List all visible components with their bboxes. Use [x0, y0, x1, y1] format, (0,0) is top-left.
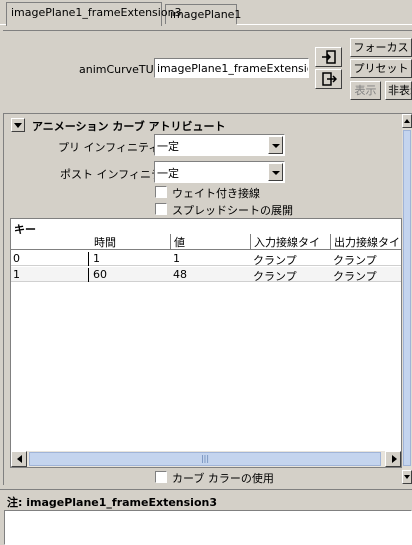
node-type-label: animCurveTU:	[79, 63, 158, 76]
section-collapse-toggle[interactable]	[11, 118, 25, 132]
pre-infinity-value: 一定	[157, 140, 179, 153]
column-header-time[interactable]: 時間	[91, 234, 171, 250]
pre-infinity-label: プリ インフィニティ	[58, 141, 160, 154]
chevron-down-icon	[271, 144, 280, 148]
scroll-right-icon	[392, 455, 397, 463]
cell-time[interactable]: 60	[91, 268, 107, 281]
table-row[interactable]: 0 1 1 クランプ クランプ	[11, 251, 401, 268]
spreadsheet-label: スプレッドシートの展開	[172, 204, 293, 217]
cell-in-tangent[interactable]: クランプ	[251, 252, 297, 268]
scroll-left-button[interactable]	[11, 451, 27, 467]
notes-label: 注: imagePlane1_frameExtension3	[7, 496, 217, 509]
weighted-tangents-label: ウェイト付き接線	[172, 187, 260, 200]
node-name-field[interactable]: imagePlane1_frameExtension3	[154, 58, 309, 78]
curve-color-checkbox[interactable]	[155, 471, 167, 483]
section-title: アニメーション カーブ アトリビュート	[32, 120, 226, 133]
pre-infinity-dropdown[interactable]: 一定	[154, 134, 285, 156]
cell-out-tangent[interactable]: クランプ	[331, 252, 377, 268]
cell-value[interactable]: 1	[171, 252, 180, 265]
curve-color-label: カーブ カラーの使用	[172, 472, 274, 485]
scroll-right-button[interactable]	[385, 451, 401, 467]
vertical-scrollbar[interactable]	[402, 114, 412, 484]
output-connections-button[interactable]	[315, 69, 342, 89]
post-infinity-value: 一定	[157, 167, 179, 180]
scroll-left-icon	[17, 455, 22, 463]
dropdown-arrow-button[interactable]	[268, 163, 283, 181]
presets-button[interactable]: プリセット	[350, 59, 412, 78]
scroll-up-icon	[404, 119, 410, 123]
scroll-down-icon	[404, 475, 410, 479]
notes-divider	[0, 489, 412, 490]
input-arrow-icon	[321, 50, 336, 64]
cell-value[interactable]: 48	[171, 268, 187, 281]
show-button[interactable]: 表示	[350, 81, 381, 100]
column-header-out-tangent[interactable]: 出力接線タイ	[331, 234, 401, 250]
input-connections-button[interactable]	[315, 47, 342, 67]
cell-in-tangent[interactable]: クランプ	[251, 268, 297, 284]
column-header-value[interactable]: 値	[171, 234, 251, 250]
table-row[interactable]: 1 60 48 クランプ クランプ	[11, 267, 401, 284]
grip-icon: |||	[200, 454, 210, 463]
notes-textarea[interactable]	[4, 510, 412, 545]
tab-label: imagePlane1_frameExtension3	[11, 6, 182, 19]
scroll-thumb[interactable]: |||	[29, 452, 381, 466]
scroll-down-button[interactable]	[402, 470, 412, 484]
dropdown-arrow-button[interactable]	[268, 136, 283, 154]
collapse-arrow-icon	[14, 123, 22, 128]
row-index: 1	[11, 268, 89, 282]
focus-button[interactable]: フォーカス	[350, 38, 412, 57]
column-header-in-tangent[interactable]: 入力接線タイ	[251, 234, 331, 250]
tab-imageplane1-frameextension3[interactable]: imagePlane1_frameExtension3	[6, 2, 182, 26]
hide-button[interactable]: 非表示	[385, 81, 412, 100]
horizontal-scrollbar[interactable]: |||	[11, 451, 401, 467]
tab-divider	[237, 24, 412, 25]
post-infinity-dropdown[interactable]: 一定	[154, 161, 285, 183]
chevron-down-icon	[271, 171, 280, 175]
keys-table: キー 時間 値 入力接線タイ 出力接線タイ 0 1 1 クランプ クランプ 1 …	[10, 218, 402, 468]
spreadsheet-checkbox[interactable]	[155, 203, 167, 215]
output-arrow-icon	[321, 72, 337, 86]
cell-out-tangent[interactable]: クランプ	[331, 268, 377, 284]
scroll-thumb[interactable]	[403, 130, 411, 466]
cell-time[interactable]: 1	[91, 252, 100, 265]
row-index: 0	[11, 252, 89, 266]
weighted-tangents-checkbox[interactable]	[155, 186, 167, 198]
scroll-up-button[interactable]	[402, 114, 412, 128]
